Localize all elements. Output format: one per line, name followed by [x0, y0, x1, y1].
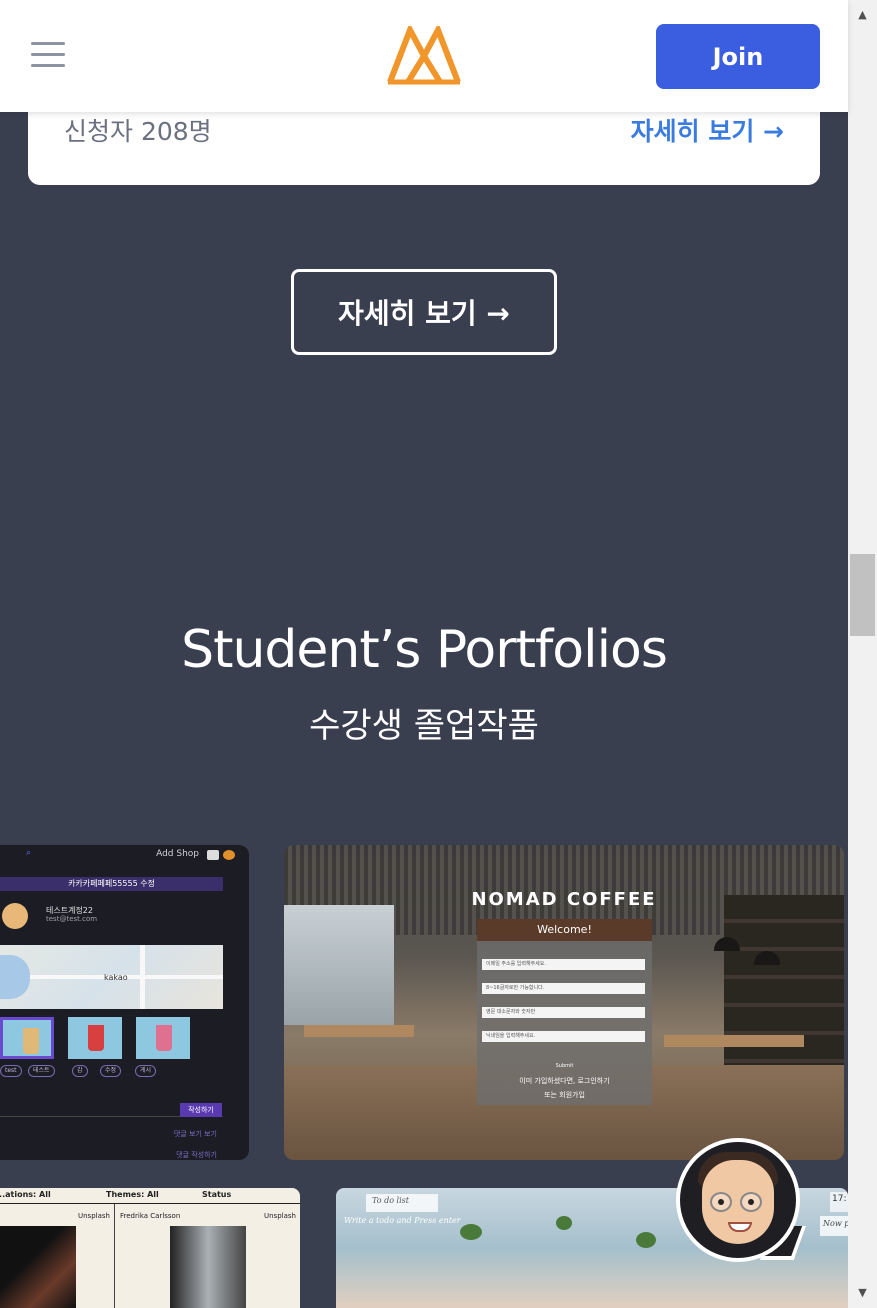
form-input[interactable]: 닉네임을 입력해주세요. — [482, 1031, 645, 1042]
add-shop-label: Add Shop — [156, 849, 199, 859]
form-input[interactable]: 8~16글자로만 가능합니다. — [482, 983, 645, 994]
scroll-down-arrow-icon[interactable]: ▼ — [848, 1278, 877, 1308]
search-icon: ⌕ — [26, 848, 32, 858]
drink-thumb[interactable] — [136, 1017, 190, 1059]
kakao-map: kakao — [0, 945, 223, 1009]
tag-chip[interactable]: test — [0, 1065, 22, 1077]
scroll-thumb[interactable] — [850, 554, 875, 636]
tag-chip[interactable]: 수정 — [100, 1065, 122, 1077]
filter-locations[interactable]: ...ations: All — [0, 1190, 51, 1199]
photo-credit: Unsplash — [78, 1212, 110, 1220]
course-card: 신청자 208명 자세히 보기 → — [28, 100, 820, 185]
map-label: kakao — [104, 973, 128, 982]
now-playing-note: Now p — [820, 1216, 848, 1236]
filter-status[interactable]: Status — [202, 1190, 231, 1199]
drink-thumb[interactable] — [68, 1017, 122, 1059]
portfolios-title: Student’s Portfolios — [181, 620, 668, 680]
cafe-table — [664, 1035, 804, 1047]
plant-icon — [460, 1224, 482, 1240]
nomad-coffee-brand: NOMAD COFFEE — [471, 889, 657, 910]
plant-icon — [556, 1216, 572, 1230]
todo-placeholder[interactable]: Write a todo and Press enter — [344, 1216, 461, 1225]
mountain-logo-icon[interactable] — [386, 22, 462, 86]
todo-title: To do list — [366, 1194, 438, 1212]
shop-title: 카카카페페페55555 수정 — [0, 877, 223, 891]
portfolio-thumb-nomad-coffee[interactable]: NOMAD COFFEE Welcome! 이메일 주소를 입력해주세요. 8~… — [284, 845, 844, 1160]
view-details-button[interactable]: 자세히 보기 → — [291, 269, 557, 355]
form-input[interactable]: 이메일 주소를 입력해주세요. — [482, 959, 645, 970]
coffee-icon — [223, 850, 235, 860]
form-input[interactable]: 영문 대소문자와 숫자만 — [482, 1007, 645, 1018]
card-detail-link[interactable]: 자세히 보기 → — [631, 112, 784, 148]
drink-thumb[interactable] — [0, 1017, 54, 1059]
cafe-table — [304, 1025, 414, 1037]
site-header: Join — [0, 0, 848, 112]
write-button[interactable]: 작성하기 — [180, 1103, 222, 1117]
portfolio-thumb-kakao-shop[interactable]: ⌕ Add Shop 카카카페페페55555 수정 테스트계정22 test@t… — [0, 845, 249, 1160]
photo-credit: Fredrika Carlsson — [120, 1212, 181, 1220]
user-avatar — [2, 903, 28, 929]
user-email: test@test.com — [46, 915, 98, 923]
tag-chip[interactable]: 테스트 — [28, 1065, 55, 1077]
portfolio-thumb-gallery[interactable]: ...ations: All Themes: All Status Unspla… — [0, 1188, 300, 1308]
tag-chip[interactable]: 게시 — [135, 1065, 157, 1077]
clock-display: 17: — [830, 1192, 848, 1212]
photo-credit: Unsplash — [264, 1212, 296, 1220]
comment-write-link[interactable]: 댓글 작성하기 — [176, 1150, 217, 1160]
page-scrollbar[interactable]: ▲ ▼ — [848, 0, 877, 1308]
thumb-topbar: ⌕ Add Shop — [0, 845, 249, 867]
filter-bar: ...ations: All Themes: All Status — [0, 1188, 300, 1204]
join-button[interactable]: Join — [656, 24, 820, 89]
welcome-form: Welcome! 이메일 주소를 입력해주세요. 8~16글자로만 가능합니다.… — [477, 919, 652, 1105]
form-title: Welcome! — [477, 919, 652, 941]
portfolios-subtitle: 수강생 졸업작품 — [309, 706, 539, 746]
hamburger-menu-icon[interactable] — [31, 40, 65, 70]
applicant-count: 신청자 208명 — [64, 117, 212, 146]
login-notice: 이미 가입하셨다면, 로그인하기 — [519, 1077, 610, 1085]
cafe-window — [284, 905, 394, 1025]
profile-icon — [207, 850, 219, 860]
tag-chip[interactable]: 갑 — [72, 1065, 88, 1077]
comment-view-link[interactable]: 댓글 보기 보기 — [174, 1129, 217, 1139]
submit-button[interactable]: Submit — [477, 1063, 652, 1069]
memoji-avatar-icon[interactable] — [676, 1138, 800, 1262]
scroll-up-arrow-icon[interactable]: ▲ — [848, 0, 877, 30]
signup-notice: 또는 회원가입 — [544, 1091, 585, 1099]
gallery-photo[interactable] — [170, 1226, 246, 1308]
filter-themes[interactable]: Themes: All — [106, 1190, 159, 1199]
gallery-photo[interactable] — [0, 1226, 76, 1308]
plant-icon — [636, 1232, 656, 1248]
